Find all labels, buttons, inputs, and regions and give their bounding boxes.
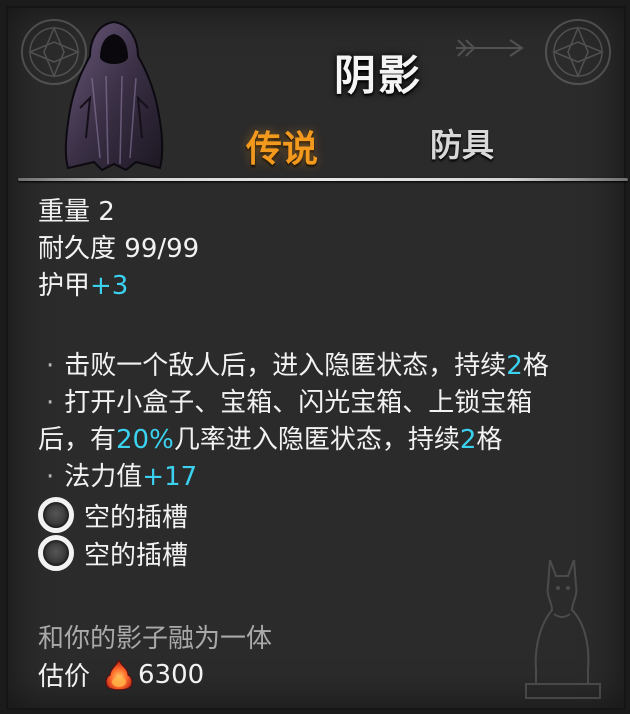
empty-socket-icon (38, 535, 74, 571)
stat-armor-value: +3 (90, 271, 129, 301)
flavor-text: 和你的影子融为一体 (38, 624, 273, 654)
stat-durability-label: 耐久度 (38, 234, 117, 264)
effect-number: +17 (142, 462, 198, 492)
stat-durability: 耐久度 99/99 (38, 231, 199, 268)
effect-line: · 打开小盒子、宝箱、闪光宝箱、上锁宝箱 (38, 385, 549, 422)
fire-gem-icon (105, 658, 133, 690)
effect-text: 格 (476, 425, 503, 455)
price-row: 估价 6300 (38, 656, 204, 693)
effects-list: · 击败一个敌人后，进入隐匿状态，持续2格 · 打开小盒子、宝箱、闪光宝箱、上锁宝箱… (38, 348, 549, 572)
effect-percent: 20% (116, 425, 174, 455)
effect-text: 后，有 (38, 425, 117, 455)
arrow-ornament-icon (456, 39, 524, 57)
empty-socket-icon (38, 497, 74, 533)
effect-line: · 法力值+17 (38, 459, 549, 496)
bullet: · (46, 351, 55, 381)
bullet: · (46, 388, 55, 418)
rune-circle-icon (545, 19, 611, 85)
effect-line: 后，有20%几率进入隐匿状态，持续2格 (38, 422, 549, 459)
effect-line: · 击败一个敌人后，进入隐匿状态，持续2格 (38, 348, 549, 385)
item-rarity: 传说 (245, 129, 318, 170)
stat-weight-value: 2 (98, 197, 115, 227)
effect-text: 击败一个敌人后，进入隐匿状态，持续 (64, 351, 507, 381)
socket-slot[interactable]: 空的插槽 (38, 534, 549, 572)
item-name: 阴影 (333, 51, 422, 100)
effect-text: 格 (522, 351, 549, 381)
stat-weight-label: 重量 (38, 197, 91, 227)
socket-label: 空的插槽 (84, 540, 189, 571)
effect-number: 2 (459, 425, 477, 455)
cat-statue-icon (525, 559, 601, 699)
item-category: 防具 (429, 126, 494, 164)
bullet: · (46, 462, 55, 492)
header-divider (18, 178, 628, 181)
effect-number: 2 (506, 351, 523, 381)
price-value: 6300 (138, 659, 205, 690)
effect-text: 打开小盒子、宝箱、闪光宝箱、上锁宝箱 (64, 388, 533, 418)
stat-durability-value: 99/99 (124, 234, 200, 264)
effect-text: 几率进入隐匿状态，持续 (173, 425, 460, 455)
stat-weight: 重量 2 (38, 194, 199, 231)
stat-armor: 护甲+3 (38, 268, 199, 305)
socket-slot[interactable]: 空的插槽 (38, 496, 549, 534)
socket-label: 空的插槽 (84, 502, 189, 533)
stat-armor-label: 护甲 (38, 271, 91, 301)
stats-list: 重量 2 耐久度 99/99 护甲+3 (38, 194, 199, 305)
effect-text: 法力值 (64, 462, 143, 492)
hooded-cloak-icon (64, 20, 164, 172)
price-label: 估价 (38, 662, 91, 692)
item-tooltip-panel: 阴影 传说 防具 重量 2 耐久度 99/99 护甲+3 · 击败一个敌人后，进入… (6, 6, 628, 710)
